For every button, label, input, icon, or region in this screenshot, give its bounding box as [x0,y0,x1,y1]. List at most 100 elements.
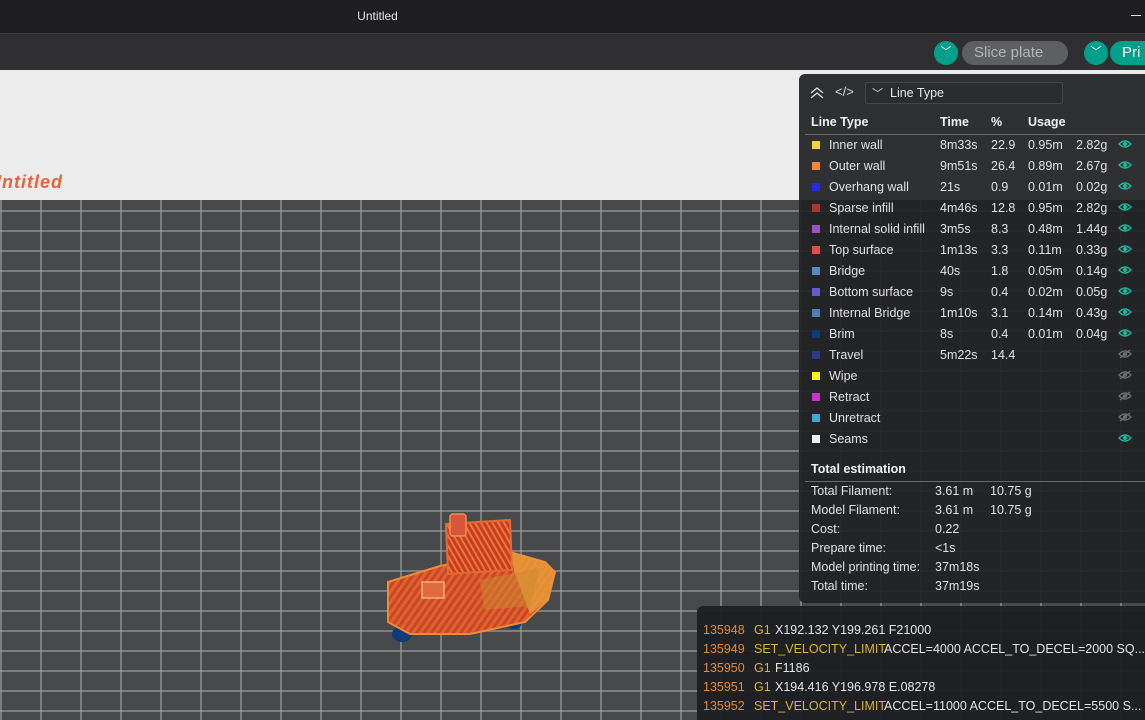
estimation-value: <1s [935,541,956,555]
eye-icon[interactable] [1118,328,1132,338]
gcode-line-number: 135952 [703,699,745,713]
line-type-time: 8m33s [940,138,978,152]
line-type-length: 0.05m [1028,264,1063,278]
line-type-weight: 0.33g [1076,243,1108,257]
legend-row[interactable]: Seams [799,429,1145,450]
gcode-line-number: 135949 [703,642,745,656]
gcode-arguments: X194.416 Y196.978 E.08278 [775,680,936,694]
eye-icon[interactable] [1118,265,1132,275]
minimize-icon[interactable] [1131,15,1141,16]
line-type-percent: 12.8 [991,201,1016,215]
legend-row[interactable]: Retract [799,387,1145,408]
line-type-weight: 0.43g [1076,306,1108,320]
estimation-row: Model Filament: 3.61 m 10.75 g [799,501,1145,520]
eye-icon[interactable] [1118,307,1132,317]
gcode-line[interactable]: 135951 G1 X194.416 Y196.978 E.08278 [697,678,1145,697]
line-type-time: 3m5s [940,222,971,236]
legend-row[interactable]: Inner wall 8m33s 22.9 0.95m 2.82g [799,135,1145,156]
eye-off-icon[interactable] [1118,412,1132,422]
legend-row[interactable]: Top surface 1m13s 3.3 0.11m 0.33g [799,240,1145,261]
gcode-command: G1 [754,623,771,637]
estimation-label: Cost: [811,522,841,536]
line-type-weight: 2.82g [1076,201,1108,215]
print-dropdown-button[interactable]: ﹀ [1084,41,1108,65]
sliced-model-preview[interactable] [380,510,565,650]
line-type-length: 0.95m [1028,201,1063,215]
color-swatch [812,183,820,191]
estimation-label: Model Filament: [811,503,900,517]
line-type-name: Inner wall [829,138,883,152]
eye-off-icon[interactable] [1118,370,1132,380]
legend-row[interactable]: Bottom surface 9s 0.4 0.02m 0.05g [799,282,1145,303]
estimation-label: Model printing time: [811,560,921,574]
legend-row[interactable]: Travel 5m22s 14.4 [799,345,1145,366]
eye-icon[interactable] [1118,223,1132,233]
view-type-select[interactable]: ﹀ Line Type [865,82,1063,104]
line-type-length: 0.95m [1028,138,1063,152]
estimation-row: Prepare time: <1s [799,539,1145,558]
legend-row[interactable]: Bridge 40s 1.8 0.05m 0.14g [799,261,1145,282]
line-type-name: Overhang wall [829,180,909,194]
gcode-command: G1 [754,680,771,694]
gcode-line-number: 135951 [703,680,745,694]
window-shape [421,581,445,599]
legend-row[interactable]: Internal Bridge 1m10s 3.1 0.14m 0.43g [799,303,1145,324]
code-icon[interactable]: </> [835,84,854,99]
line-type-percent: 14.4 [991,348,1016,362]
chevron-down-icon: ﹀ [872,88,883,100]
line-type-time: 1m13s [940,243,978,257]
eye-off-icon[interactable] [1118,349,1132,359]
legend-row[interactable]: Wipe [799,366,1145,387]
line-type-length: 0.48m [1028,222,1063,236]
line-type-name: Top surface [829,243,894,257]
estimation-value-2: 10.75 g [990,484,1032,498]
color-swatch [812,204,820,212]
color-swatch [812,288,820,296]
legend-row[interactable]: Brim 8s 0.4 0.01m 0.04g [799,324,1145,345]
line-type-length: 0.01m [1028,327,1063,341]
collapse-icon[interactable] [809,85,825,101]
legend-row[interactable]: Sparse infill 4m46s 12.8 0.95m 2.82g [799,198,1145,219]
estimation-title: Total estimation [811,462,906,476]
gcode-line[interactable]: 135952 SET_VELOCITY_LIMIT ACCEL=11000 ACCE… [697,697,1145,716]
gcode-line[interactable]: 135950 G1 F1186 [697,659,1145,678]
color-swatch [812,225,820,233]
gcode-line[interactable]: 135948 G1 X192.132 Y199.261 F21000 [697,621,1145,640]
eye-icon[interactable] [1118,202,1132,212]
line-type-name: Wipe [829,369,858,383]
gcode-line[interactable]: 135949 SET_VELOCITY_LIMIT ACCEL=4000 ACCEL… [697,640,1145,659]
title-bar: Untitled [0,0,1145,33]
header-percent: % [991,115,1003,129]
legend-row[interactable]: Internal solid infill 3m5s 8.3 0.48m 1.44g [799,219,1145,240]
estimation-value-2: 10.75 g [990,503,1032,517]
color-swatch [812,414,820,422]
eye-icon[interactable] [1118,433,1132,443]
line-type-time: 4m46s [940,201,978,215]
line-type-time: 21s [940,180,961,194]
plate-name: Untitled [0,172,63,192]
slice-plate-button[interactable]: Slice plate [962,41,1068,65]
line-type-percent: 26.4 [991,159,1016,173]
gcode-panel[interactable]: 135948 G1 X192.132 Y199.261 F21000 135949 SE… [697,606,1145,720]
line-type-weight: 0.14g [1076,264,1108,278]
eye-icon[interactable] [1118,160,1132,170]
gcode-line-number: 135950 [703,661,745,675]
slice-dropdown-button[interactable]: ﹀ [934,41,958,65]
legend-panel: </> ﹀ Line Type Line Type Time % Usage I… [799,74,1145,603]
line-type-name: Brim [829,327,855,341]
print-plate-button[interactable]: Pri [1110,41,1145,65]
top-toolbar: ﹀ Slice plate ﹀ Pri [0,33,1145,70]
legend-row[interactable]: Overhang wall 21s 0.9 0.01m 0.02g [799,177,1145,198]
eye-icon[interactable] [1118,181,1132,191]
legend-row[interactable]: Unretract [799,408,1145,429]
estimation-label: Total time: [811,579,868,593]
color-swatch [812,393,820,401]
line-type-time: 5m22s [940,348,978,362]
eye-icon[interactable] [1118,139,1132,149]
eye-icon[interactable] [1118,244,1132,254]
legend-row[interactable]: Outer wall 9m51s 26.4 0.89m 2.67g [799,156,1145,177]
eye-icon[interactable] [1118,286,1132,296]
line-type-percent: 3.1 [991,306,1009,320]
eye-off-icon[interactable] [1118,391,1132,401]
line-type-percent: 3.3 [991,243,1009,257]
